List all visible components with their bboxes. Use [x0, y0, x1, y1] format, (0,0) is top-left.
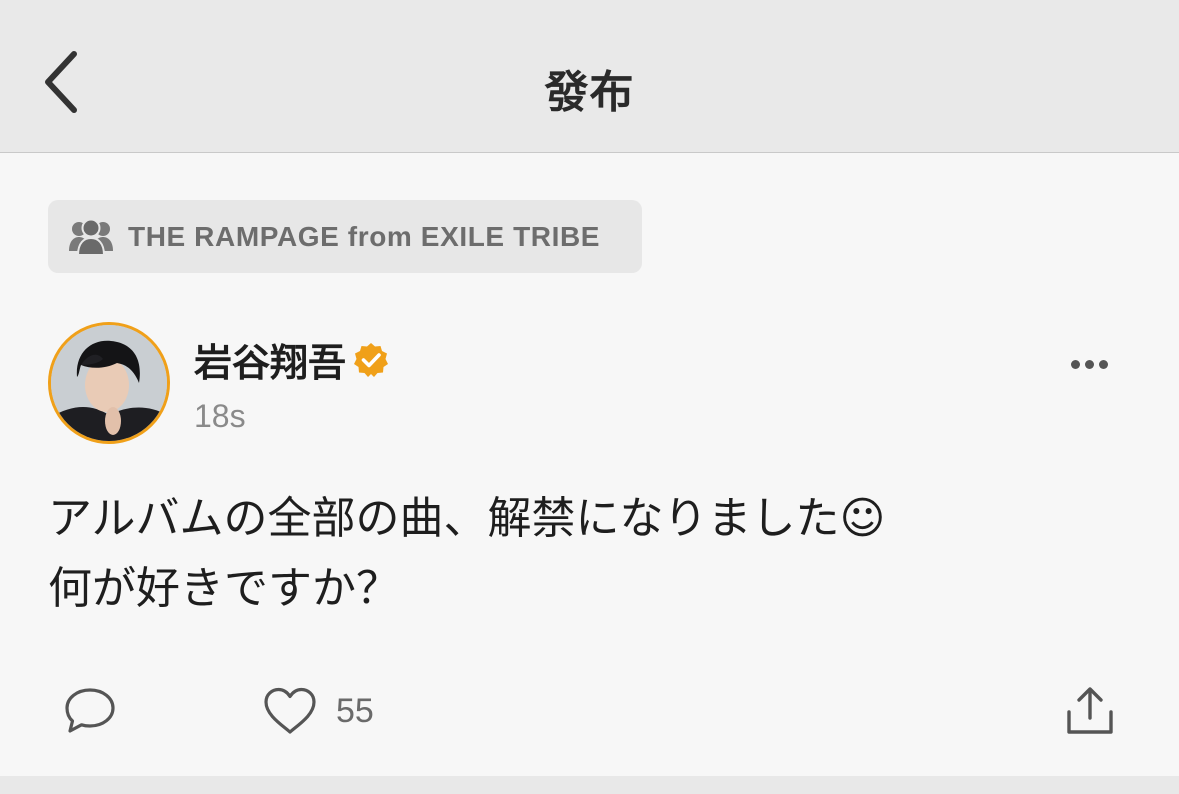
group-people-icon	[68, 217, 114, 257]
author[interactable]: 岩谷翔吾	[194, 332, 390, 387]
more-dots-icon	[1070, 359, 1080, 369]
group-tag-label: THE RAMPAGE from EXILE TRIBE	[128, 220, 601, 252]
avatar[interactable]	[48, 322, 170, 444]
share-upload-icon	[1067, 687, 1113, 734]
group-tag[interactable]: THE RAMPAGE from EXILE TRIBE	[48, 200, 642, 273]
post-timestamp: 18s	[194, 398, 246, 434]
share-button[interactable]	[1062, 682, 1118, 740]
comment-bubble-icon	[65, 688, 115, 733]
author-name: 岩谷翔吾	[194, 341, 347, 385]
nav-bar: 發布	[0, 0, 1179, 153]
page-title: 發布	[544, 67, 635, 118]
divider	[0, 776, 1179, 794]
post-card: THE RAMPAGE from EXILE TRIBE 岩谷翔吾 18s アル…	[0, 154, 1179, 776]
like-button[interactable]: 55	[262, 682, 374, 740]
comment-button[interactable]	[62, 682, 118, 740]
more-options-button[interactable]	[1060, 344, 1118, 384]
like-count: 55	[336, 691, 374, 730]
heart-icon	[264, 687, 316, 734]
verified-badge-icon	[354, 342, 389, 377]
post-text: アルバムの全部の曲、解禁になりました☺︎ 何が好きですか？	[48, 493, 886, 614]
